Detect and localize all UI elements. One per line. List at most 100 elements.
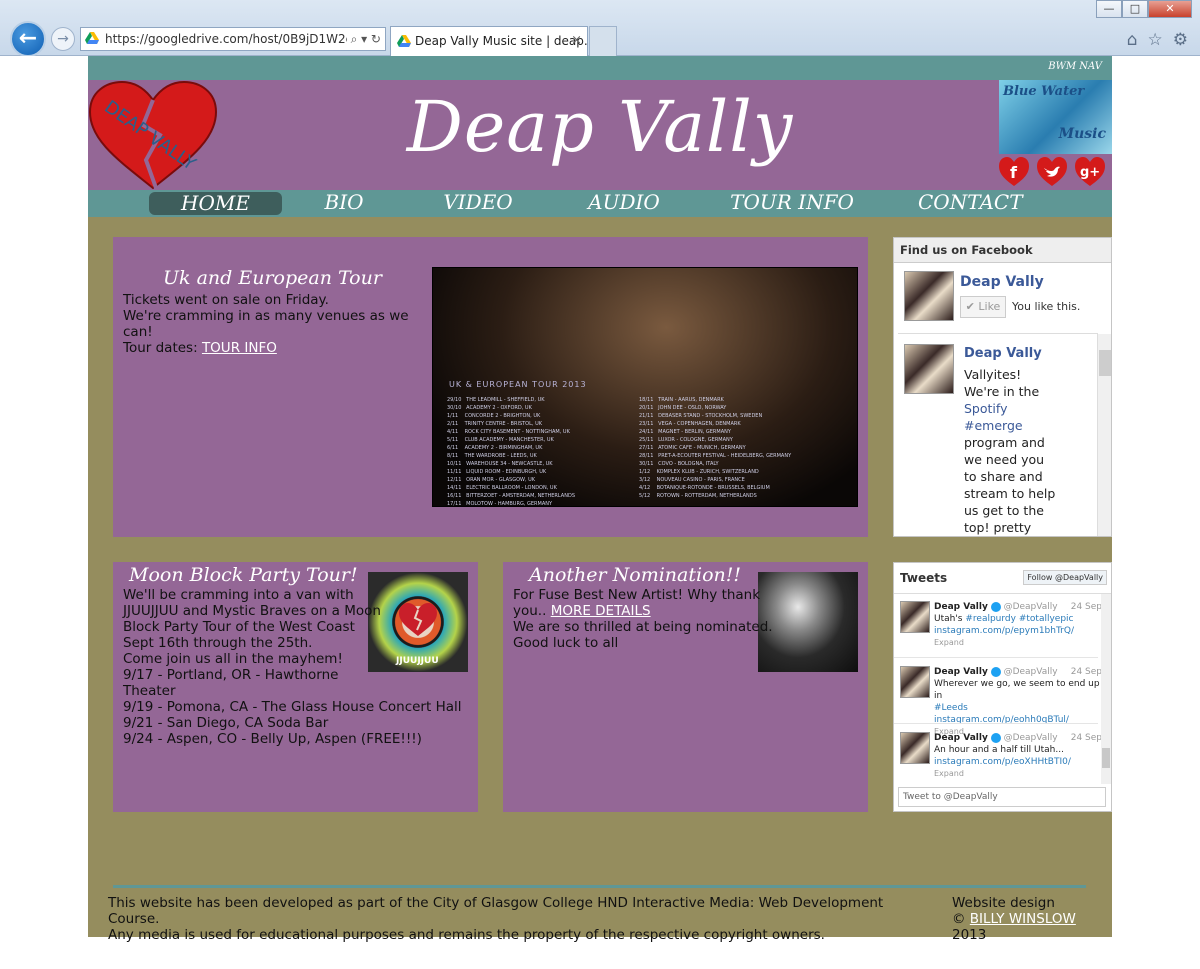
- tweet-author[interactable]: Deap Vally: [934, 602, 988, 612]
- tweet-expand[interactable]: Expand: [934, 637, 1102, 649]
- page-viewport: BWM NAV DEAP VALLY Deap Vally Blue Water…: [0, 56, 1200, 969]
- scrollbar-thumb[interactable]: [1102, 748, 1110, 768]
- post-line: stream to help: [964, 486, 1056, 501]
- tour-dates-label: Tour dates:: [123, 340, 202, 356]
- copyright-year: 2013: [952, 927, 987, 943]
- nav-contact[interactable]: CONTACT: [918, 190, 1023, 215]
- address-bar[interactable]: https://googledrive.com/host/0B9jD1W2c( …: [80, 27, 386, 51]
- google-plus-icon[interactable]: g+: [1074, 156, 1106, 188]
- blue-water-music-logo[interactable]: Blue Water Music: [999, 80, 1112, 154]
- tour-dates-right: 18/11 TRAIN - AARUS, DENMARK 20/11 JOHN …: [639, 397, 792, 499]
- post-line: top! pretty: [964, 520, 1032, 535]
- facebook-widget: Find us on Facebook Deap Vally ✔ Like Yo…: [893, 237, 1112, 537]
- tweet-expand[interactable]: Expand: [934, 768, 1102, 780]
- nomination-panel: Another Nomination!! For Fuse Best New A…: [503, 562, 868, 812]
- site-container: BWM NAV DEAP VALLY Deap Vally Blue Water…: [88, 56, 1112, 943]
- address-controls[interactable]: ⌕ ▾ ↻: [346, 28, 381, 50]
- tweet-avatar[interactable]: [900, 732, 930, 764]
- tour-line-1: Tickets went on sale on Friday.: [123, 292, 329, 308]
- post-line: We're in the: [964, 384, 1040, 399]
- tweet-input[interactable]: Tweet to @DeapVally: [898, 787, 1106, 807]
- moon-line: JJUUJJUU and Mystic Braves on a Moon: [123, 603, 381, 619]
- maximize-button[interactable]: □: [1122, 0, 1148, 18]
- tweet-avatar[interactable]: [900, 666, 930, 698]
- author-link[interactable]: BILLY WINSLOW: [970, 911, 1076, 927]
- tweet-handle: @DeapVally: [1003, 602, 1058, 612]
- tour-panel: Uk and European Tour Tickets went on sal…: [113, 237, 868, 537]
- nav-home[interactable]: HOME: [149, 192, 282, 215]
- tweet-author[interactable]: Deap Vally: [934, 733, 988, 743]
- post-line: program and: [964, 435, 1045, 450]
- back-button[interactable]: ←: [10, 21, 46, 57]
- footer-credit: Website design © BILLY WINSLOW 2013: [952, 895, 1112, 943]
- twitter-scrollbar[interactable]: [1101, 594, 1111, 784]
- tweet-avatar[interactable]: [900, 601, 930, 633]
- nomination-line-3: We are so thrilled at being nominated.: [513, 619, 773, 635]
- tweet-date[interactable]: 24 Sep: [1071, 666, 1102, 678]
- tour-poster-image: UK & EUROPEAN TOUR 2013 29/10 THE LEADMI…: [432, 267, 858, 507]
- hashtag-link[interactable]: #totallyepic: [1019, 614, 1074, 624]
- website-design-label: Website design: [952, 895, 1055, 911]
- emerge-hashtag-link[interactable]: #emerge: [964, 417, 1055, 434]
- tweet-date[interactable]: 24 Sep: [1071, 601, 1102, 613]
- facebook-avatar[interactable]: [904, 271, 954, 321]
- moon-block-panel: Moon Block Party Tour! JJUUJJUU We'll be…: [113, 562, 478, 812]
- moon-panel-text: We'll be cramming into a van with JJUUJJ…: [123, 587, 473, 747]
- site-header: DEAP VALLY Deap Vally Blue Water Music f…: [88, 80, 1112, 190]
- verified-icon: [990, 601, 1001, 612]
- facebook-icon[interactable]: f: [998, 156, 1030, 188]
- verified-icon: [990, 732, 1001, 743]
- twitter-follow-button[interactable]: Follow @DeapVally: [1023, 570, 1107, 585]
- tour-panel-title: Uk and European Tour: [163, 267, 382, 289]
- nav-bio[interactable]: BIO: [308, 190, 380, 215]
- nav-tour-info[interactable]: TOUR INFO: [728, 190, 856, 215]
- facebook-page-name[interactable]: Deap Vally: [960, 274, 1044, 290]
- tweet-author[interactable]: Deap Vally: [934, 667, 988, 677]
- nomination-line-4: Good luck to all: [513, 635, 619, 651]
- tour-info-link[interactable]: TOUR INFO: [202, 340, 277, 356]
- home-icon[interactable]: ⌂: [1127, 30, 1138, 50]
- moon-line: Block Party Tour of the West Coast: [123, 619, 355, 635]
- nav-video[interactable]: VIDEO: [433, 190, 523, 215]
- partner-logo-line1: Blue Water: [1003, 84, 1085, 99]
- moon-line: Come join us all in the mayhem!: [123, 651, 343, 667]
- tour-poster-title: UK & EUROPEAN TOUR 2013: [449, 380, 587, 389]
- scrollbar-thumb[interactable]: [1099, 350, 1111, 376]
- tweet-link[interactable]: instagram.com/p/eoXHHtBTI0/: [934, 756, 1102, 768]
- tab-close-icon[interactable]: ×: [571, 27, 582, 55]
- more-details-link[interactable]: MORE DETAILS: [551, 603, 651, 619]
- facebook-like-button[interactable]: ✔ Like: [960, 296, 1006, 318]
- footer-divider: [113, 885, 1086, 888]
- post-line: to share and: [964, 469, 1043, 484]
- forward-button[interactable]: →: [51, 27, 75, 51]
- divider: [898, 333, 1098, 334]
- spotify-link[interactable]: Spotify: [964, 400, 1055, 417]
- tweet-text: Utah's: [934, 614, 966, 624]
- moon-panel-title: Moon Block Party Tour!: [129, 564, 358, 586]
- twitter-icon[interactable]: [1036, 156, 1068, 188]
- minimize-button[interactable]: —: [1096, 0, 1122, 18]
- settings-gear-icon[interactable]: ⚙: [1173, 30, 1188, 50]
- hashtag-link[interactable]: #Leeds: [934, 703, 968, 713]
- browser-tab[interactable]: Deap Vally Music site | deap... ×: [390, 26, 588, 56]
- facebook-post-avatar[interactable]: [904, 344, 954, 394]
- nav-audio[interactable]: AUDIO: [578, 190, 670, 215]
- twitter-widget: Tweets Follow @DeapVally Deap Vally @Dea…: [893, 562, 1112, 812]
- nomination-photo: [758, 572, 858, 672]
- facebook-scrollbar[interactable]: [1097, 334, 1111, 536]
- browser-chrome: — □ ✕ ← → https://googledrive.com/host/0…: [0, 0, 1200, 57]
- svg-text:f: f: [1010, 163, 1018, 182]
- twitter-widget-header: Tweets: [900, 571, 948, 585]
- new-tab-button[interactable]: [589, 26, 617, 56]
- nomination-you: you..: [513, 603, 551, 619]
- close-button[interactable]: ✕: [1148, 0, 1192, 18]
- top-bar: BWM NAV: [88, 56, 1112, 80]
- bwm-nav-link[interactable]: BWM NAV: [1048, 61, 1102, 72]
- moon-line: We'll be cramming into a van with: [123, 587, 354, 603]
- tab-title: Deap Vally Music site | deap...: [415, 34, 588, 48]
- hashtag-link[interactable]: #realpurdy: [965, 614, 1016, 624]
- tweet-link[interactable]: instagram.com/p/epym1bhTrQ/: [934, 625, 1102, 637]
- tweet-date[interactable]: 24 Sep: [1071, 732, 1102, 744]
- facebook-post-name[interactable]: Deap Vally: [964, 346, 1042, 361]
- favorites-icon[interactable]: ☆: [1148, 30, 1163, 50]
